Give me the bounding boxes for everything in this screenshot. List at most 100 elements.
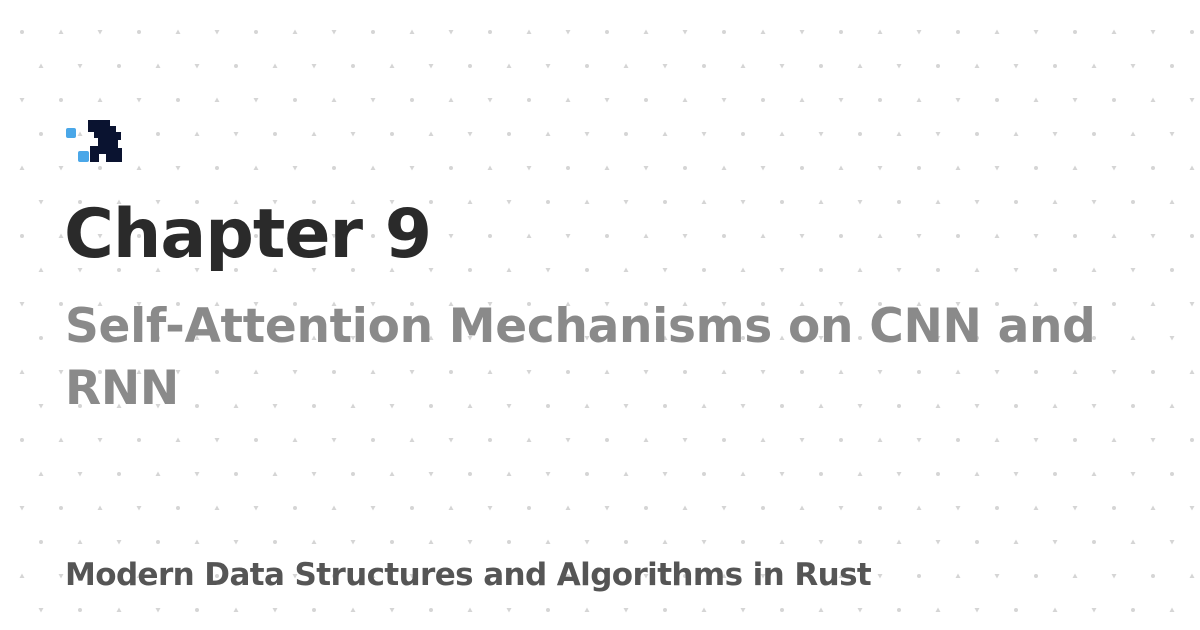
pattern-dot (741, 132, 745, 136)
pattern-dot (779, 539, 785, 544)
pattern-dot (565, 234, 571, 239)
pattern-dot (38, 471, 44, 476)
pattern-dot (351, 64, 355, 68)
pattern-dot (1150, 97, 1156, 102)
pattern-dot (428, 472, 434, 477)
pattern-dot (624, 132, 628, 136)
pattern-dot (1170, 268, 1174, 272)
pattern-dot (682, 234, 688, 239)
pattern-dot (194, 131, 200, 136)
pattern-dot (58, 574, 64, 579)
pattern-dot (175, 29, 181, 34)
pattern-dot (468, 64, 472, 68)
pattern-dot (974, 267, 980, 272)
pattern-dot (1190, 438, 1194, 442)
pattern-dot (1092, 132, 1096, 136)
pattern-dot (1052, 607, 1058, 612)
pattern-dot (233, 607, 239, 612)
pattern-dot (116, 540, 122, 545)
pattern-dot (448, 234, 454, 239)
pattern-dot (975, 132, 979, 136)
pattern-dot (877, 233, 883, 238)
pattern-dot (761, 506, 765, 510)
pattern-dot (448, 505, 454, 510)
pattern-dot (1189, 98, 1195, 103)
pattern-dot (449, 166, 453, 170)
pattern-dot (1150, 438, 1156, 443)
pattern-dot (936, 268, 940, 272)
pattern-dot (467, 540, 473, 545)
pattern-dot (1052, 540, 1058, 545)
book-title: Modern Data Structures and Algorithms in… (65, 557, 872, 593)
pattern-dot (935, 132, 941, 137)
pattern-dot (293, 506, 297, 510)
pattern-dot (468, 268, 472, 272)
pattern-dot (916, 97, 922, 102)
pattern-dot (1189, 369, 1195, 374)
pattern-dot (701, 607, 707, 612)
pattern-dot (59, 506, 63, 510)
pattern-dot (740, 608, 746, 613)
pattern-dot (38, 404, 44, 409)
pattern-dot (77, 472, 83, 477)
pattern-dot (1014, 608, 1018, 612)
pattern-dot (527, 506, 531, 510)
pattern-dot (370, 98, 376, 103)
pattern-dot (662, 64, 668, 69)
pattern-dot (546, 608, 550, 612)
pattern-dot (155, 471, 161, 476)
pattern-dot (351, 472, 355, 476)
pattern-dot (19, 369, 25, 374)
pattern-dot (19, 302, 25, 307)
pattern-dot (799, 97, 805, 102)
pattern-dot (214, 438, 220, 443)
pattern-dot (760, 29, 766, 34)
pattern-dot (994, 233, 1000, 238)
pattern-dot (1151, 574, 1155, 578)
pattern-dot (292, 29, 298, 34)
pattern-dot (740, 200, 746, 205)
pattern-dot (623, 471, 629, 476)
pattern-dot (77, 64, 83, 69)
pattern-dot (117, 64, 121, 68)
pattern-dot (799, 30, 805, 35)
pattern-dot (644, 98, 648, 102)
pattern-dot (331, 30, 337, 35)
pattern-dot (350, 607, 356, 612)
pattern-dot (741, 540, 745, 544)
pattern-dot (1014, 200, 1018, 204)
pattern-dot (1189, 573, 1195, 578)
pattern-dot (292, 166, 298, 171)
pattern-dot (585, 268, 589, 272)
logo-square-top (66, 128, 76, 138)
pattern-dot (253, 165, 259, 170)
pattern-dot (272, 63, 278, 68)
pattern-dot (1190, 234, 1194, 238)
pattern-dot (331, 505, 337, 510)
pattern-dot (683, 166, 687, 170)
pattern-dot (956, 438, 960, 442)
pattern-dot (526, 29, 532, 34)
pattern-dot (1111, 166, 1117, 171)
pattern-dot (1111, 29, 1117, 34)
pattern-dot (624, 540, 628, 544)
pattern-dot (467, 199, 473, 204)
pattern-dot (662, 472, 668, 477)
pattern-dot (448, 438, 454, 443)
pattern-dot (994, 574, 1000, 579)
pattern-dot (916, 505, 922, 510)
pattern-dot (506, 267, 512, 272)
pattern-dot (1130, 64, 1136, 69)
pattern-dot (58, 29, 64, 34)
pattern-dot (215, 166, 219, 170)
pattern-dot (701, 540, 707, 545)
pattern-dot (994, 29, 1000, 34)
pattern-dot (20, 30, 24, 34)
pattern-dot (254, 30, 258, 34)
pattern-dot (760, 233, 766, 238)
pattern-dot (858, 132, 862, 136)
pattern-dot (194, 539, 200, 544)
pattern-dot (1053, 472, 1057, 476)
pattern-dot (917, 166, 921, 170)
pattern-dot (1189, 165, 1195, 170)
